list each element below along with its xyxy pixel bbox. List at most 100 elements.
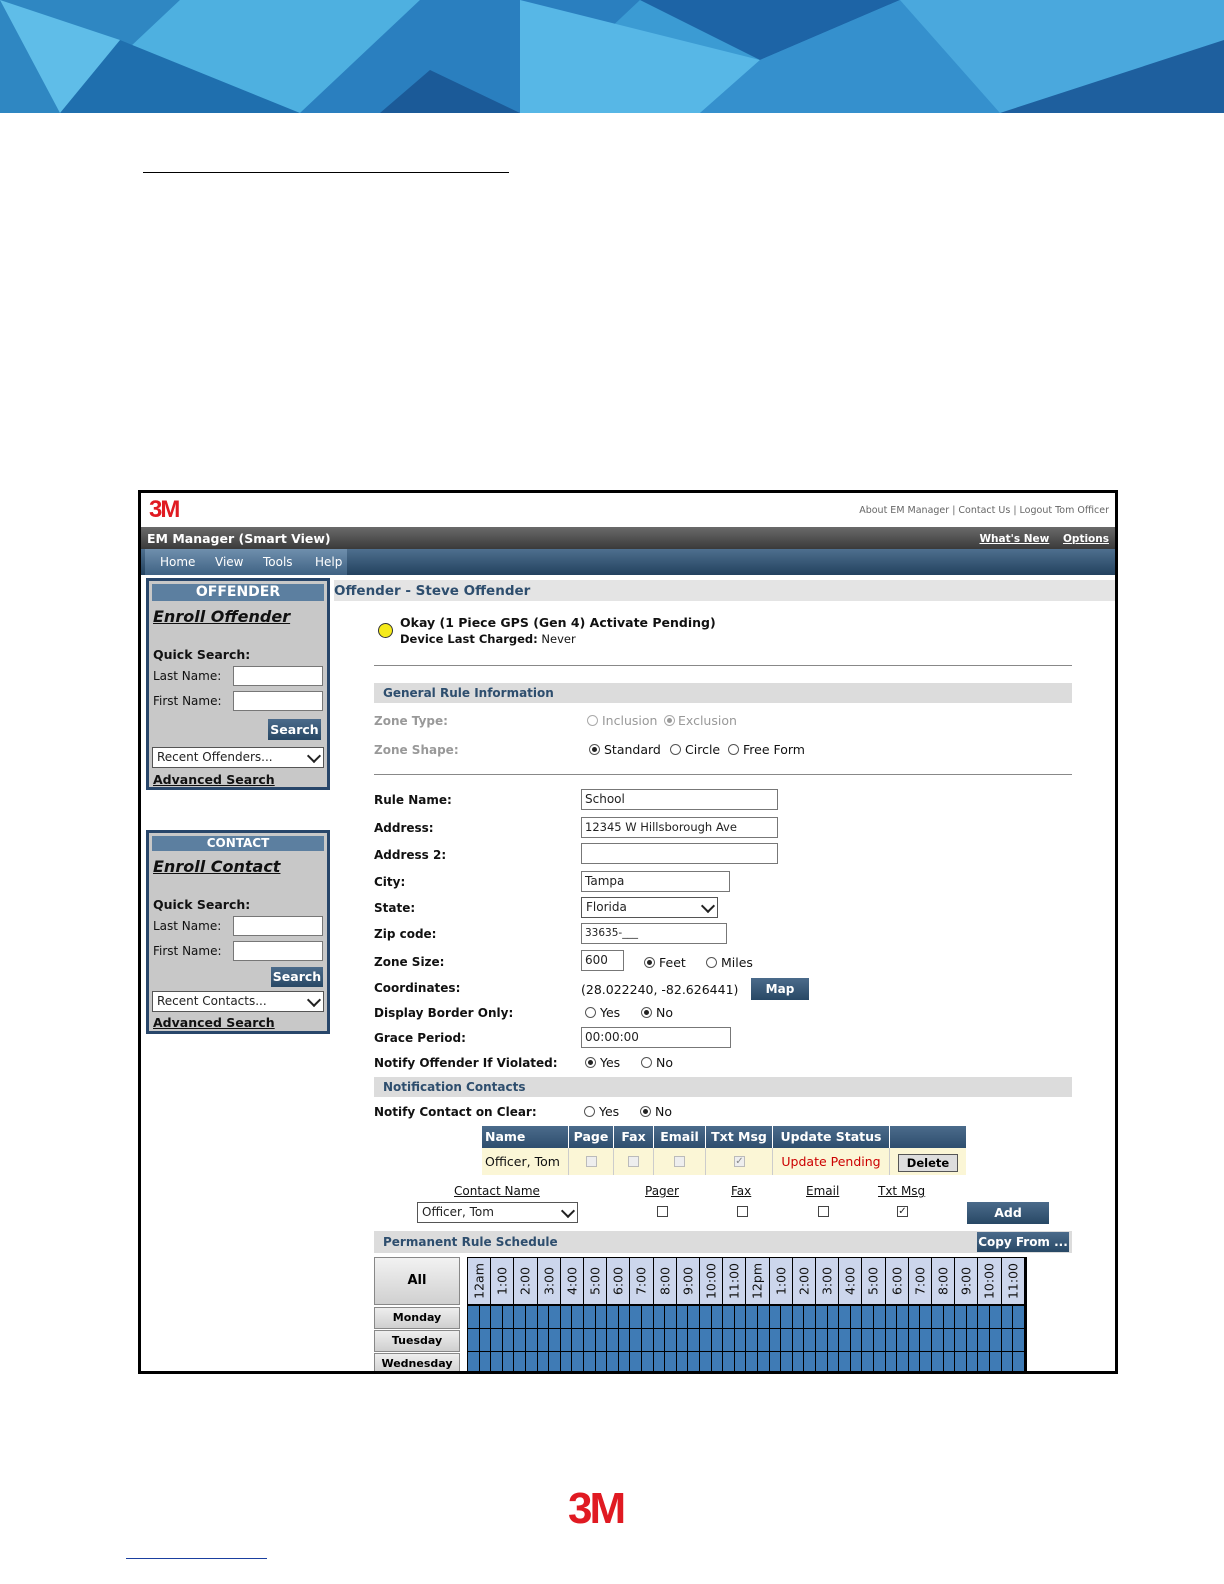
schedule-slot[interactable] — [537, 1329, 549, 1351]
schedule-slot[interactable] — [700, 1352, 711, 1371]
hour-header-0[interactable]: 12am — [468, 1258, 491, 1304]
schedule-slot[interactable] — [618, 1329, 630, 1351]
clear-no-radio[interactable] — [640, 1106, 651, 1117]
add-contact-button[interactable]: Add — [967, 1202, 1049, 1224]
offender-search-button[interactable]: Search — [268, 719, 321, 740]
schedule-slot[interactable] — [1013, 1352, 1024, 1371]
menu-tools[interactable]: Tools — [263, 555, 293, 569]
schedule-slot[interactable] — [816, 1306, 827, 1328]
schedule-slot[interactable] — [549, 1306, 560, 1328]
schedule-slot[interactable] — [990, 1352, 1001, 1371]
schedule-slot[interactable] — [468, 1329, 479, 1351]
hour-header-16[interactable]: 4:00 — [839, 1258, 862, 1304]
hour-header-12[interactable]: 12pm — [746, 1258, 769, 1304]
city-input[interactable]: Tampa — [581, 871, 730, 892]
schedule-slot[interactable] — [816, 1329, 827, 1351]
schedule-slot[interactable] — [966, 1329, 978, 1351]
contact-advanced-search-link[interactable]: Advanced Search — [153, 1015, 275, 1030]
address2-input[interactable] — [581, 843, 778, 864]
clear-yes-radio[interactable] — [584, 1106, 595, 1117]
schedule-slot[interactable] — [618, 1352, 630, 1371]
offender-advanced-search-link[interactable]: Advanced Search — [153, 772, 275, 787]
grace-period-input[interactable]: 00:00:00 — [581, 1027, 731, 1048]
schedule-slot[interactable] — [966, 1306, 978, 1328]
schedule-slot[interactable] — [862, 1306, 873, 1328]
schedule-slot[interactable] — [676, 1352, 688, 1371]
schedule-slot[interactable] — [514, 1352, 525, 1371]
hour-header-23[interactable]: 11:00 — [1001, 1258, 1024, 1304]
schedule-slot[interactable] — [665, 1329, 676, 1351]
schedule-slot[interactable] — [630, 1352, 641, 1371]
hour-header-7[interactable]: 7:00 — [630, 1258, 653, 1304]
border-yes-radio[interactable] — [585, 1007, 596, 1018]
enroll-offender-link[interactable]: Enroll Offender — [153, 607, 290, 626]
schedule-slot[interactable] — [479, 1329, 491, 1351]
schedule-slot[interactable] — [560, 1306, 572, 1328]
notify-no-radio[interactable] — [641, 1057, 652, 1068]
schedule-slot[interactable] — [723, 1329, 734, 1351]
schedule-slot[interactable] — [769, 1352, 781, 1371]
hour-header-6[interactable]: 6:00 — [607, 1258, 630, 1304]
schedule-slot[interactable] — [479, 1352, 491, 1371]
schedule-slot[interactable] — [781, 1306, 792, 1328]
schedule-slot[interactable] — [711, 1306, 723, 1328]
schedule-slot[interactable] — [978, 1329, 989, 1351]
schedule-slot[interactable] — [723, 1352, 734, 1371]
add-txt-msg-checkbox[interactable]: ✓ — [897, 1206, 908, 1217]
schedule-slot[interactable] — [584, 1306, 595, 1328]
schedule-slot[interactable] — [502, 1329, 514, 1351]
schedule-slot[interactable] — [758, 1352, 769, 1371]
schedule-slot[interactable] — [642, 1306, 653, 1328]
schedule-slot[interactable] — [653, 1306, 665, 1328]
contact-last-name-input[interactable] — [233, 916, 323, 936]
hour-header-13[interactable]: 1:00 — [769, 1258, 792, 1304]
top-links[interactable]: About EM Manager | Contact Us | Logout T… — [859, 505, 1109, 516]
schedule-slot[interactable] — [758, 1329, 769, 1351]
schedule-slot[interactable] — [943, 1306, 955, 1328]
schedule-slot[interactable] — [653, 1329, 665, 1351]
schedule-slot[interactable] — [676, 1329, 688, 1351]
schedule-slot[interactable] — [595, 1306, 607, 1328]
recent-offenders-select[interactable]: Recent Offenders... — [152, 747, 324, 768]
offender-last-name-input[interactable] — [233, 666, 323, 686]
schedule-slot[interactable] — [792, 1352, 804, 1371]
schedule-slot[interactable] — [816, 1352, 827, 1371]
schedule-all-button[interactable]: All — [374, 1257, 460, 1305]
schedule-slot[interactable] — [607, 1352, 618, 1371]
schedule-slot[interactable] — [734, 1352, 746, 1371]
contact-first-name-input[interactable] — [233, 941, 323, 961]
zone-shape-standard-radio[interactable] — [589, 744, 600, 755]
schedule-slot[interactable] — [758, 1306, 769, 1328]
schedule-slot[interactable] — [595, 1329, 607, 1351]
schedule-slot[interactable] — [514, 1329, 525, 1351]
add-pager-checkbox[interactable] — [657, 1206, 668, 1217]
schedule-slot[interactable] — [630, 1306, 641, 1328]
contact-search-button[interactable]: Search — [271, 967, 323, 987]
schedule-slot[interactable] — [711, 1352, 723, 1371]
hour-header-1[interactable]: 1:00 — [491, 1258, 514, 1304]
recent-contacts-select[interactable]: Recent Contacts... — [152, 991, 324, 1012]
schedule-slot[interactable] — [746, 1329, 757, 1351]
schedule-slot[interactable] — [642, 1352, 653, 1371]
notify-yes-radio[interactable] — [585, 1057, 596, 1068]
schedule-slot[interactable] — [781, 1352, 792, 1371]
schedule-slot[interactable] — [955, 1352, 966, 1371]
schedule-slot[interactable] — [572, 1306, 583, 1328]
schedule-slot[interactable] — [839, 1329, 850, 1351]
schedule-slot[interactable] — [920, 1329, 931, 1351]
schedule-slot[interactable] — [665, 1352, 676, 1371]
border-no-radio[interactable] — [641, 1007, 652, 1018]
menu-home[interactable]: Home — [160, 555, 195, 569]
schedule-slot[interactable] — [491, 1352, 502, 1371]
schedule-slot[interactable] — [908, 1329, 920, 1351]
schedule-slot[interactable] — [862, 1352, 873, 1371]
schedule-slot[interactable] — [897, 1306, 908, 1328]
schedule-slot[interactable] — [502, 1306, 514, 1328]
schedule-slot[interactable] — [514, 1306, 525, 1328]
schedule-slot[interactable] — [537, 1306, 549, 1328]
day-wednesday[interactable]: Wednesday — [374, 1353, 460, 1371]
schedule-slot[interactable] — [943, 1352, 955, 1371]
hour-header-3[interactable]: 3:00 — [537, 1258, 560, 1304]
schedule-slot[interactable] — [990, 1329, 1001, 1351]
hour-header-9[interactable]: 9:00 — [676, 1258, 699, 1304]
